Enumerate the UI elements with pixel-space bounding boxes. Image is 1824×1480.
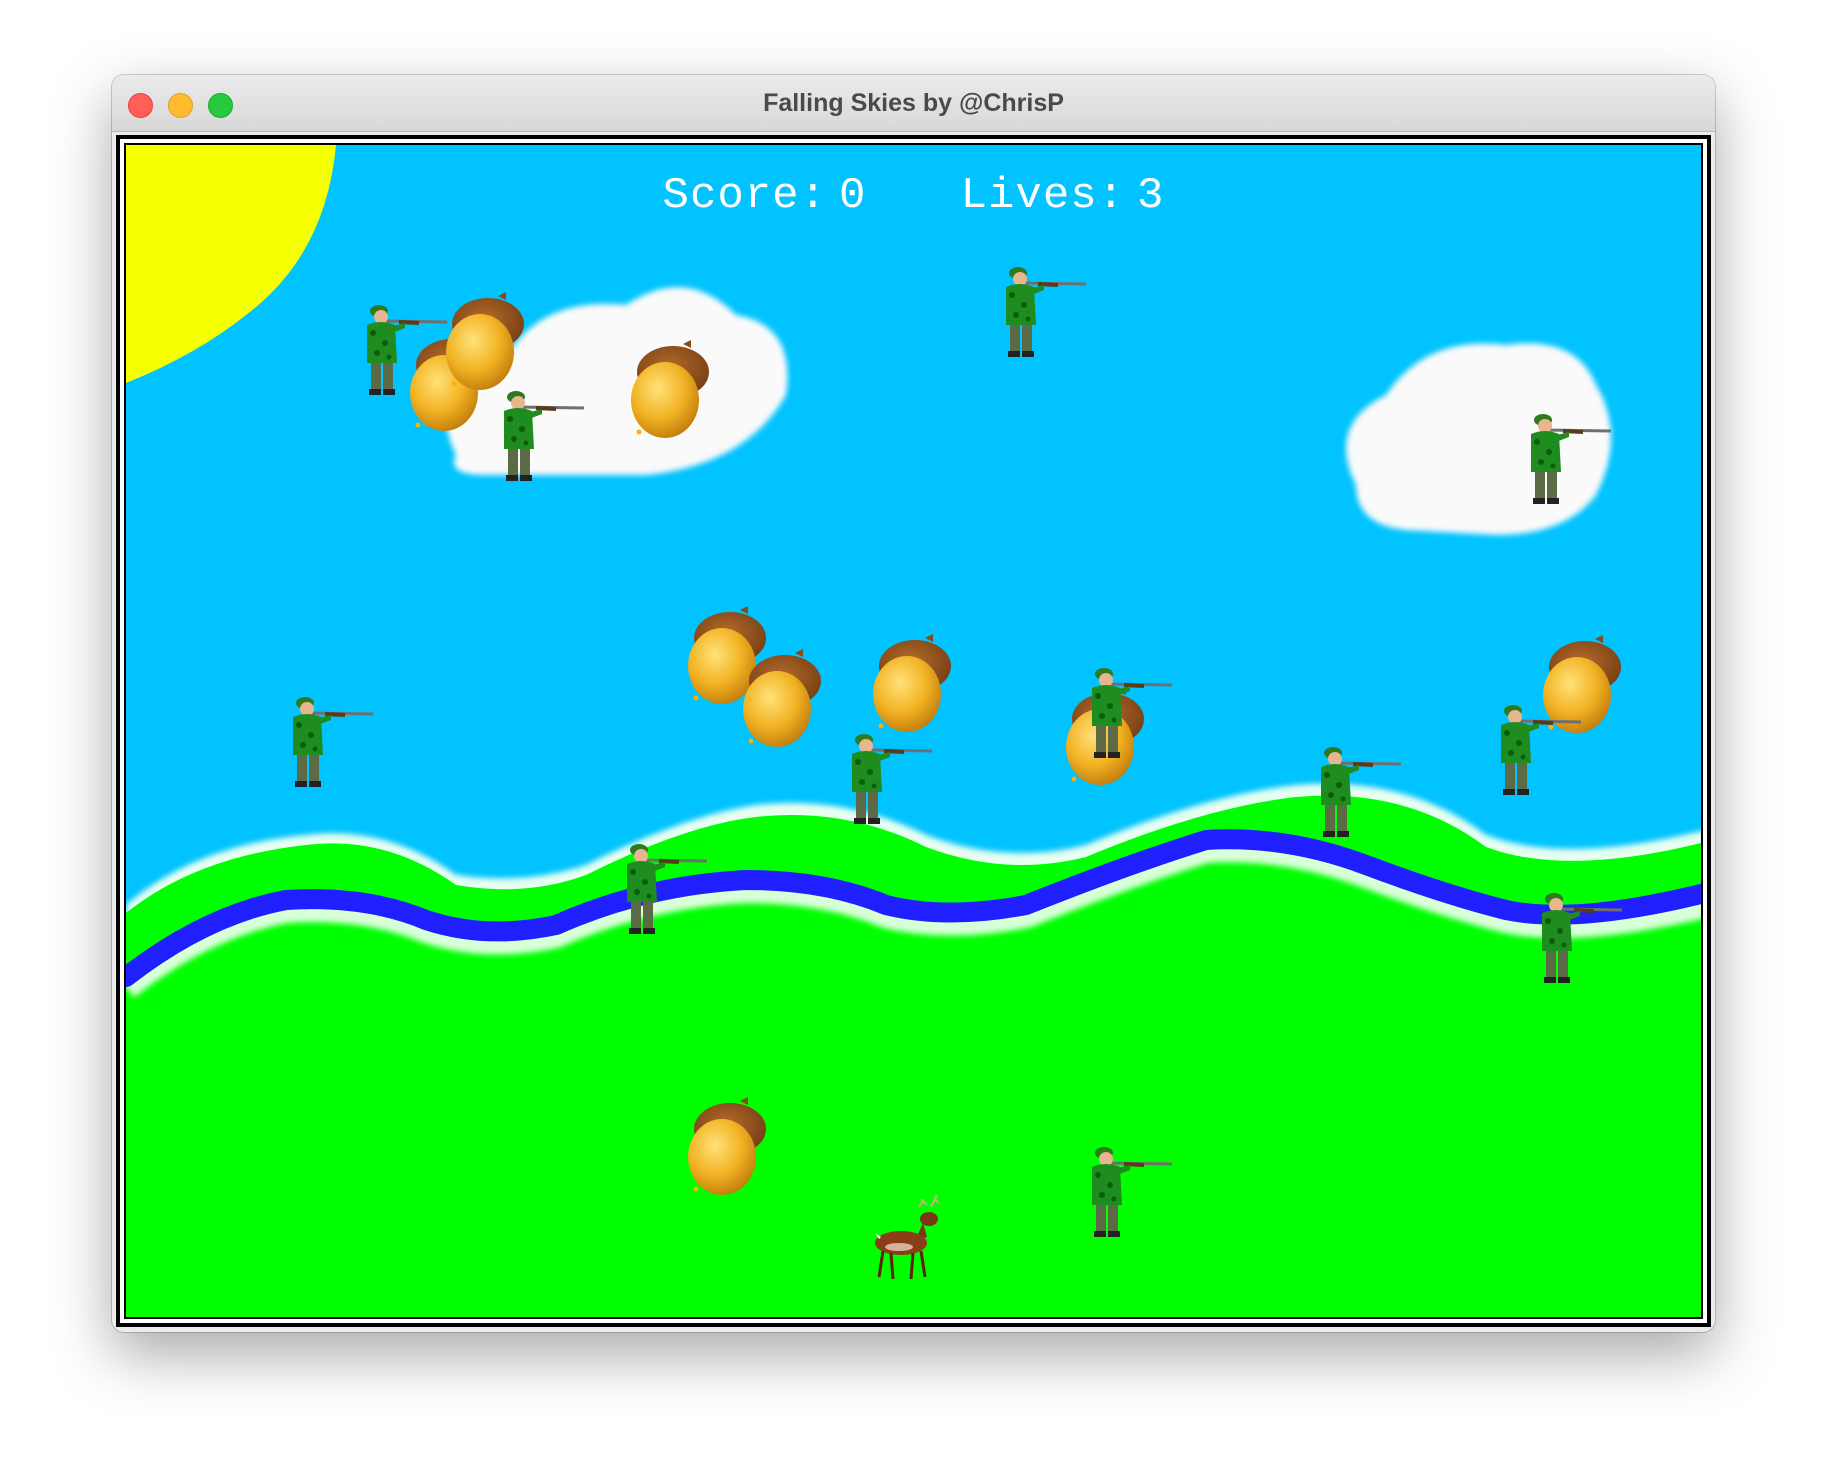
score-value: 0 [838, 171, 867, 221]
title-bar[interactable]: Falling Skies by @ChrisP [112, 75, 1715, 132]
hud: Score: 0 Lives: 3 [126, 171, 1701, 221]
lives-value: 3 [1137, 171, 1165, 221]
game-canvas[interactable]: Score: 0 Lives: 3 [124, 143, 1703, 1319]
lives-label: Lives: [960, 171, 1126, 221]
game-window: Falling Skies by @ChrisP Score: 0 Lives:… [112, 75, 1715, 1332]
game-canvas-frame: Score: 0 Lives: 3 [116, 135, 1711, 1327]
window-title: Falling Skies by @ChrisP [763, 89, 1064, 117]
score-label: Score: [662, 171, 827, 221]
game-scene [126, 145, 1701, 1317]
